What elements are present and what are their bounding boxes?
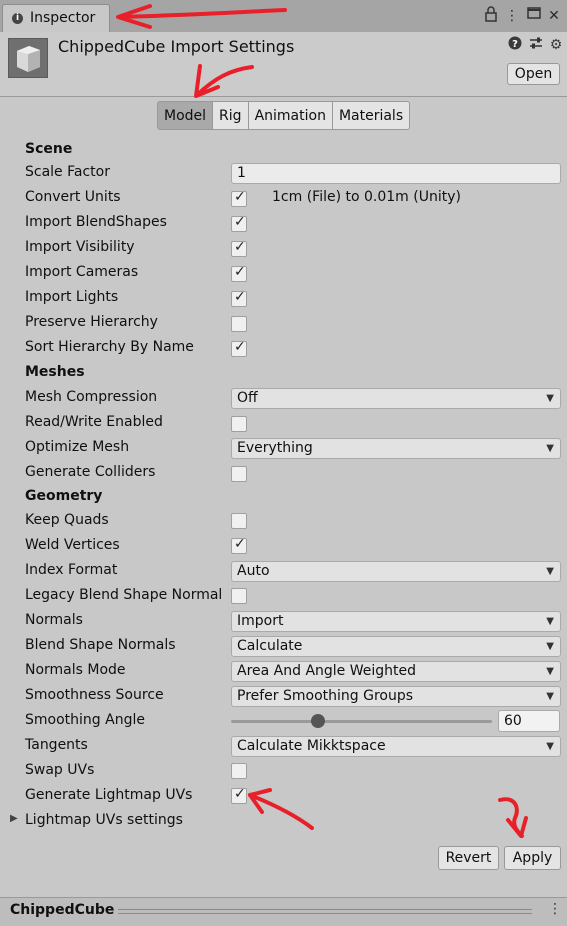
annotation-overlay	[116, 4, 528, 838]
annotation-arrow	[118, 8, 287, 19]
